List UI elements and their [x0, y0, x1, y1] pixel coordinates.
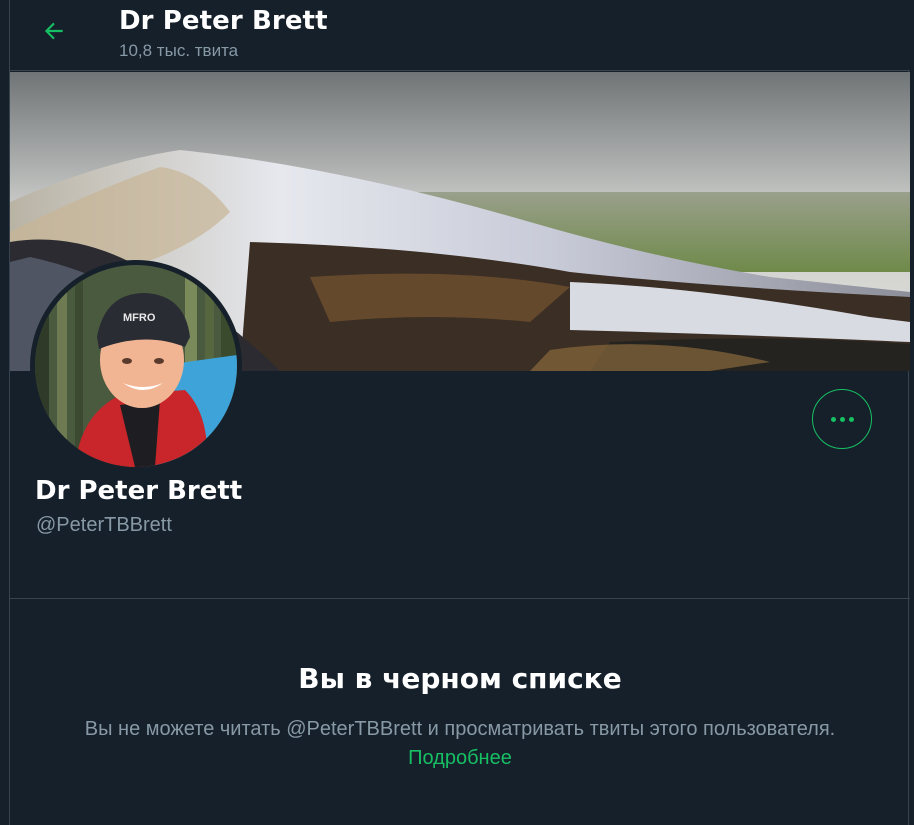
page-title: Dr Peter Brett: [119, 6, 328, 36]
more-options-button[interactable]: [812, 389, 872, 449]
profile-column: Dr Peter Brett 10,8 тыс. твита MFRO Dr P…: [9, 0, 910, 825]
learn-more-container: Подробнее: [10, 747, 910, 770]
blocked-title: Вы в черном списке: [298, 662, 622, 695]
back-button[interactable]: [34, 12, 74, 50]
learn-more-link[interactable]: Подробнее: [408, 747, 512, 769]
profile-handle: @PeterTBBrett: [36, 514, 172, 536]
more-dot: [848, 416, 854, 422]
hat-logo-text: MFRO: [123, 312, 156, 324]
arrow-left-icon: [44, 22, 63, 40]
blocked-message: Вы не можете читать @PeterTBBrett и прос…: [84, 718, 836, 740]
top-bar: Dr Peter Brett 10,8 тыс. твита: [10, 0, 910, 71]
divider: [10, 598, 910, 599]
avatar-image: MFRO: [35, 265, 237, 467]
tweet-count: 10,8 тыс. твита: [119, 41, 239, 60]
more-dot: [839, 416, 845, 422]
more-dots-icon: [830, 416, 836, 422]
avatar[interactable]: MFRO: [30, 260, 242, 472]
profile-display-name: Dr Peter Brett: [35, 476, 243, 506]
